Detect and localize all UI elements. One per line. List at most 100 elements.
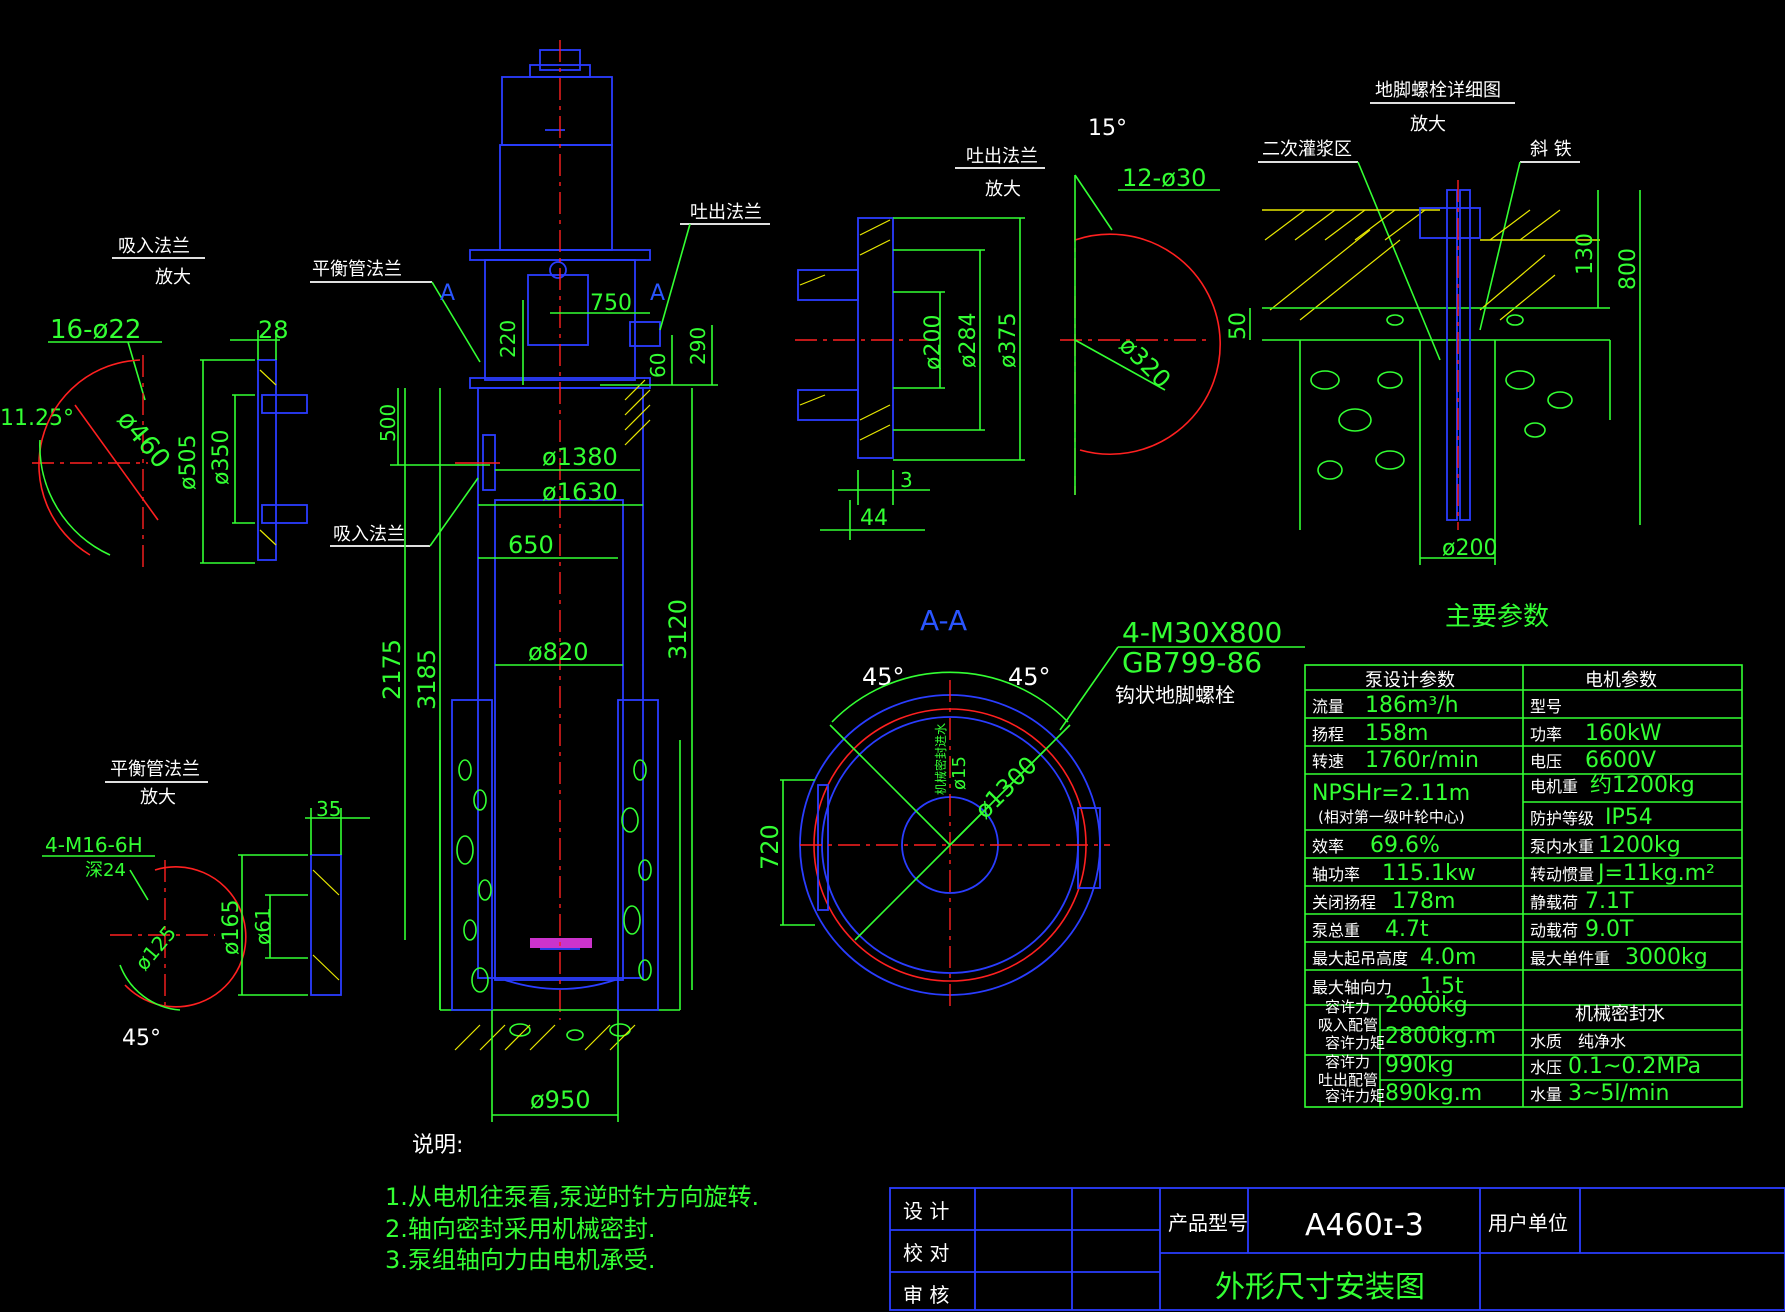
section-aa-dim-1300: ø1300 bbox=[969, 751, 1042, 824]
discharge-flange-angle: 15° bbox=[1088, 116, 1127, 141]
discharge-moment-label: 容许力矩 bbox=[1325, 1087, 1385, 1105]
main-dim-500: 500 bbox=[376, 404, 400, 442]
section-aa-title: A-A bbox=[920, 604, 967, 637]
main-elevation: 平衡管法兰 吐出法兰 吸入法兰 A A 750 220 60 290 500 ø… bbox=[310, 40, 770, 1122]
notes: 说明: 1.从电机往泵看,泵逆时针方向旋转. 2.轴向密封采用机械密封. 3.泵… bbox=[385, 1133, 759, 1274]
design-label: 设 计 bbox=[903, 1199, 949, 1223]
motor-row-label: 转动惯量 bbox=[1530, 865, 1594, 884]
section-aa-bolt-spec: 4-M30X800 bbox=[1122, 616, 1282, 649]
motor-row-label: 静载荷 bbox=[1530, 893, 1578, 912]
balance-flange-thickness: 35 bbox=[316, 797, 341, 821]
motor-row-value: 160kW bbox=[1585, 721, 1662, 746]
shim-label: 斜 铁 bbox=[1530, 139, 1572, 160]
motor-row-value: 1200kg bbox=[1598, 833, 1681, 858]
pump-row-value: 4.0m bbox=[1420, 945, 1476, 970]
motor-row-value: J=11kg.m² bbox=[1596, 861, 1715, 886]
section-mark-a-right: A bbox=[650, 281, 665, 306]
main-dim-650: 650 bbox=[508, 531, 554, 559]
suction-force-label: 容许力 bbox=[1325, 998, 1370, 1016]
motor-row-label: 功率 bbox=[1530, 725, 1562, 744]
seal-row-value: 3~5l/min bbox=[1568, 1081, 1669, 1106]
main-balance-flange-label: 平衡管法兰 bbox=[312, 259, 402, 280]
anchor-bolt-scale: 放大 bbox=[1410, 114, 1446, 135]
user-unit-label: 用户单位 bbox=[1488, 1211, 1568, 1235]
balance-flange-holes: 4-M16-6H bbox=[45, 833, 143, 857]
notes-heading: 说明: bbox=[412, 1133, 463, 1158]
review-label: 审 核 bbox=[903, 1283, 949, 1307]
anchor-dim-130: 130 bbox=[1573, 233, 1598, 275]
motor-row-label: 电压 bbox=[1530, 752, 1562, 771]
section-aa-standard: GB799-86 bbox=[1122, 646, 1262, 679]
note-item: 2.轴向密封采用机械密封. bbox=[385, 1215, 656, 1243]
seal-row-value: 纯净水 bbox=[1578, 1032, 1626, 1051]
anchor-dim-800: 800 bbox=[1616, 248, 1641, 290]
motor-row-label: 动载荷 bbox=[1530, 921, 1578, 940]
main-dim-950: ø950 bbox=[530, 1086, 591, 1114]
main-dim-1630: ø1630 bbox=[542, 478, 618, 506]
cad-drawing: 吸入法兰 放大 16-ø22 11.25° ø460 28 ø505 ø350 … bbox=[0, 40, 1785, 1311]
suction-flange-scale: 放大 bbox=[155, 267, 191, 288]
pump-row-label: NPSHr=2.11m bbox=[1312, 781, 1470, 806]
main-dim-1380: ø1380 bbox=[542, 443, 618, 471]
discharge-force-value: 990kg bbox=[1385, 1053, 1454, 1078]
discharge-flange-holes: 12-ø30 bbox=[1122, 164, 1206, 192]
section-aa-dim-720: 720 bbox=[756, 824, 784, 870]
main-dim-2175: 2175 bbox=[378, 639, 406, 700]
discharge-flange-scale: 放大 bbox=[985, 179, 1021, 200]
anchor-bolt-title: 地脚螺栓详细图 bbox=[1375, 80, 1501, 101]
suction-force-value: 2000kg bbox=[1385, 993, 1468, 1018]
section-aa-angle-right: 45° bbox=[1008, 663, 1051, 691]
pump-row-label: 流量 bbox=[1312, 697, 1344, 716]
suction-moment-label: 容许力矩 bbox=[1325, 1034, 1385, 1052]
section-aa-dim-15: ø15 bbox=[949, 756, 970, 790]
seal-row-label: 水量 bbox=[1530, 1085, 1562, 1104]
discharge-dim-3: 3 bbox=[900, 468, 913, 492]
pump-row-label: 扬程 bbox=[1312, 725, 1344, 744]
params-pump-header: 泵设计参数 bbox=[1365, 670, 1455, 691]
suction-flange-angle: 11.25° bbox=[0, 406, 74, 431]
pump-row-value: (相对第一级叶轮中心) bbox=[1318, 808, 1465, 826]
discharge-dim-44: 44 bbox=[860, 506, 888, 531]
params-title: 主要参数 bbox=[1445, 602, 1549, 632]
suction-flange-od: ø505 bbox=[176, 435, 201, 490]
pump-row-label: 转速 bbox=[1312, 752, 1344, 771]
pump-row-label: 效率 bbox=[1312, 837, 1344, 856]
pump-row-label: 轴功率 bbox=[1312, 865, 1360, 884]
discharge-force-label: 容许力 bbox=[1325, 1053, 1370, 1071]
main-dim-3120: 3120 bbox=[664, 599, 692, 660]
section-mark-a-left: A bbox=[440, 281, 455, 306]
check-label: 校 对 bbox=[903, 1241, 949, 1265]
suction-flange-detail: 吸入法兰 放大 16-ø22 11.25° ø460 28 ø505 ø350 bbox=[0, 236, 308, 570]
motor-row-value: 约1200kg bbox=[1590, 773, 1695, 798]
motor-row-label: 型号 bbox=[1530, 697, 1562, 716]
seal-row-label: 水质 bbox=[1530, 1032, 1562, 1051]
pump-row-value: 115.1kw bbox=[1382, 861, 1476, 886]
product-model-label: 产品型号 bbox=[1168, 1211, 1248, 1235]
balance-flange-od: ø165 bbox=[219, 900, 244, 955]
main-discharge-flange-label: 吐出法兰 bbox=[690, 202, 762, 223]
main-dim-60: 60 bbox=[646, 353, 670, 378]
params-table: 主要参数 泵设计参数 电机参数 流量 186m³/h 扬程 158m 转速 17… bbox=[1304, 602, 1743, 1108]
drawing-title: 外形尺寸安装图 bbox=[1215, 1270, 1425, 1305]
motor-row-label: 泵内水重 bbox=[1530, 837, 1594, 856]
main-dim-820: ø820 bbox=[528, 638, 589, 666]
motor-row-value: IP54 bbox=[1605, 805, 1653, 830]
section-aa-bolt-name: 钩状地脚螺栓 bbox=[1115, 683, 1235, 707]
anchor-bolt-detail: 地脚螺栓详细图 放大 二次灌浆区 斜 铁 50 130 800 ø200 bbox=[1226, 80, 1641, 565]
suction-flange-bore: ø350 bbox=[209, 430, 234, 485]
main-dim-220: 220 bbox=[496, 320, 520, 358]
pump-row-value: 178m bbox=[1392, 889, 1455, 914]
anchor-dim-50: 50 bbox=[1226, 312, 1251, 340]
note-item: 3.泵组轴向力由电机承受. bbox=[385, 1246, 656, 1274]
suction-flange-thickness: 28 bbox=[258, 316, 289, 344]
pump-row-label: 泵总重 bbox=[1312, 921, 1360, 940]
title-block: 设 计 校 对 审 核 产品型号 A460ɪ-3 用户单位 外形尺寸安装图 bbox=[889, 1187, 1785, 1311]
main-suction-flange-label: 吸入法兰 bbox=[333, 524, 405, 545]
section-aa-seal-water: 机械密封进水 bbox=[933, 723, 948, 795]
main-dim-290: 290 bbox=[686, 327, 710, 365]
suction-moment-value: 2800kg.m bbox=[1385, 1024, 1496, 1049]
balance-flange-detail: 平衡管法兰 放大 4-M16-6H 深24 ø125 45° 35 ø165 ø… bbox=[42, 759, 370, 1051]
anchor-dim-200: ø200 bbox=[1442, 536, 1497, 561]
balance-flange-title: 平衡管法兰 bbox=[110, 759, 200, 780]
motor-row-label: 防护等级 bbox=[1530, 809, 1594, 828]
